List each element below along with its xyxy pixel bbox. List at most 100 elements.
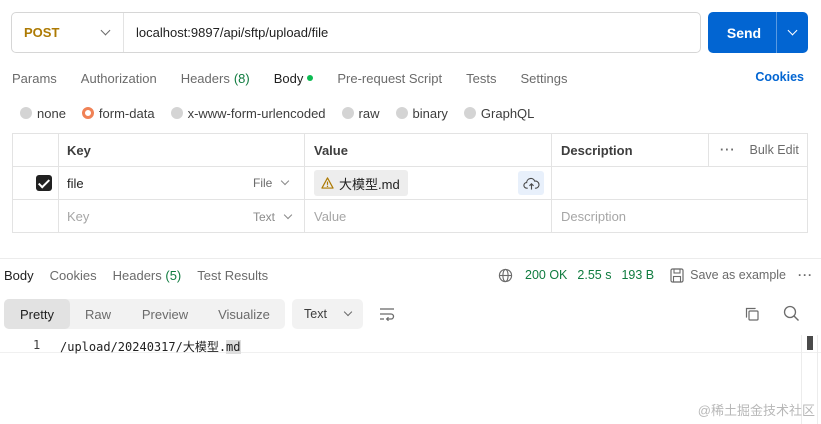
file-chip[interactable]: 大模型.md [314, 170, 408, 196]
chevron-down-icon [281, 176, 290, 186]
tab-authorization[interactable]: Authorization [81, 71, 157, 86]
radio-label: form-data [98, 105, 155, 121]
request-url-bar: POST [11, 12, 701, 53]
scrollbar-thumb[interactable] [807, 336, 813, 350]
tab-settings[interactable]: Settings [520, 71, 567, 86]
chevron-down-icon [343, 307, 353, 317]
value-cell: 大模型.md [314, 167, 408, 199]
tab-label: Authorization [80, 70, 157, 86]
view-preview[interactable]: Preview [126, 299, 204, 329]
upload-button-bg [518, 171, 544, 195]
view-visualize[interactable]: Visualize [204, 299, 284, 329]
tab-label: Headers [180, 70, 230, 86]
more-options-icon[interactable]: ··· [798, 268, 813, 282]
column-header-value: Value [314, 142, 348, 158]
response-tab-cookies[interactable]: Cookies [50, 268, 97, 283]
key-cell[interactable]: file [67, 167, 84, 199]
radio-form-data[interactable]: form-data [81, 105, 155, 121]
response-format-select[interactable]: Text [292, 299, 363, 329]
request-tabs: Params Authorization Headers (8) Body Pre… [12, 68, 591, 88]
globe-icon[interactable] [498, 268, 513, 283]
key-type-select[interactable]: Text [253, 200, 293, 233]
wrap-lines-icon[interactable] [378, 305, 396, 323]
radio-none[interactable]: none [20, 106, 66, 121]
tab-label: Tests [466, 70, 497, 86]
file-name: 大模型.md [339, 176, 400, 192]
view-raw[interactable]: Raw [70, 299, 126, 329]
response-time[interactable]: 2.55 s [577, 268, 611, 282]
url-input[interactable] [124, 13, 700, 52]
copy-icon[interactable] [744, 306, 760, 322]
radio-circle-selected [81, 107, 94, 119]
key-type-select[interactable]: File [253, 167, 290, 199]
code-selection: md [226, 340, 241, 354]
response-tab-test-results[interactable]: Test Results [197, 268, 268, 283]
description-placeholder[interactable]: Description [561, 200, 626, 233]
tab-headers[interactable]: Headers (8) [181, 71, 250, 86]
save-as-example-button[interactable]: Save as example [690, 268, 786, 282]
value-placeholder[interactable]: Value [314, 200, 346, 233]
table-row: file File 大模型.md [13, 167, 807, 200]
radio-circle [463, 107, 476, 119]
chevron-down-icon [100, 25, 111, 36]
save-icon[interactable] [670, 267, 684, 283]
response-tab-headers[interactable]: Headers (5) [113, 268, 182, 283]
headers-count: (8) [233, 70, 250, 86]
tab-label: Headers [112, 267, 162, 283]
table-row-new: Key Text Value Description [13, 200, 807, 233]
checkbox-checked-icon [36, 175, 52, 191]
response-tab-body[interactable]: Body [4, 268, 34, 283]
send-options-button[interactable] [776, 12, 808, 53]
radio-label: GraphQL [480, 105, 535, 121]
radio-circle [341, 107, 354, 119]
code-text: /upload/20240317/大模型. [60, 340, 227, 354]
upload-file-button[interactable] [518, 167, 544, 199]
radio-label: none [37, 105, 66, 121]
line-number: 1 [33, 338, 41, 352]
tab-tests[interactable]: Tests [466, 71, 496, 86]
radio-circle [395, 107, 408, 119]
method-select[interactable]: POST [12, 13, 124, 52]
tab-label: Body [273, 70, 304, 86]
tab-label: Settings [520, 70, 568, 86]
form-data-table: Key Value Description ··· Bulk Edit file… [12, 133, 808, 233]
format-label: Text [304, 307, 327, 321]
table-header-row: Key Value Description ··· Bulk Edit [13, 134, 807, 167]
response-size[interactable]: 193 B [621, 268, 654, 282]
response-body-line[interactable]: /upload/20240317/大模型.md [60, 338, 241, 355]
response-view-switcher: Pretty Raw Preview Visualize [4, 299, 285, 329]
radio-circle [170, 107, 183, 119]
chevron-down-icon [283, 210, 293, 219]
view-pretty[interactable]: Pretty [4, 299, 70, 329]
body-type-radios: none form-data x-www-form-urlencoded raw… [20, 104, 550, 122]
tab-label: Params [12, 70, 57, 86]
bulk-edit-button[interactable]: Bulk Edit [750, 143, 799, 157]
response-meta: 200 OK 2.55 s 193 B Save as example [498, 266, 786, 284]
request-response-divider[interactable] [0, 258, 821, 259]
tab-params[interactable]: Params [12, 71, 57, 86]
send-label: Send [726, 24, 762, 41]
warning-icon [321, 177, 334, 189]
radio-label: x-www-form-urlencoded [187, 105, 326, 121]
type-label: File [253, 176, 273, 190]
more-options-icon[interactable]: ··· [720, 143, 736, 157]
key-placeholder[interactable]: Key [67, 200, 89, 233]
response-tabs: Body Cookies Headers (5) Test Results [4, 266, 284, 284]
column-header-description: Description [561, 142, 633, 158]
radio-binary[interactable]: binary [395, 105, 448, 121]
radio-raw[interactable]: raw [341, 106, 380, 121]
radio-graphql[interactable]: GraphQL [463, 105, 535, 121]
column-header-key: Key [67, 142, 91, 158]
row-checkbox[interactable] [36, 167, 52, 199]
cloud-upload-icon [522, 177, 539, 190]
body-indicator-dot [307, 75, 314, 81]
tab-pre-request-script[interactable]: Pre-request Script [337, 71, 442, 86]
radio-x-www-form-urlencoded[interactable]: x-www-form-urlencoded [170, 105, 326, 121]
cookies-link[interactable]: Cookies [755, 70, 804, 84]
tab-body[interactable]: Body [274, 71, 314, 86]
radio-label: binary [412, 105, 448, 121]
search-icon[interactable] [783, 305, 800, 322]
status-code[interactable]: 200 OK [525, 268, 567, 282]
headers-count: (5) [165, 267, 182, 283]
send-button[interactable]: Send [708, 12, 808, 53]
